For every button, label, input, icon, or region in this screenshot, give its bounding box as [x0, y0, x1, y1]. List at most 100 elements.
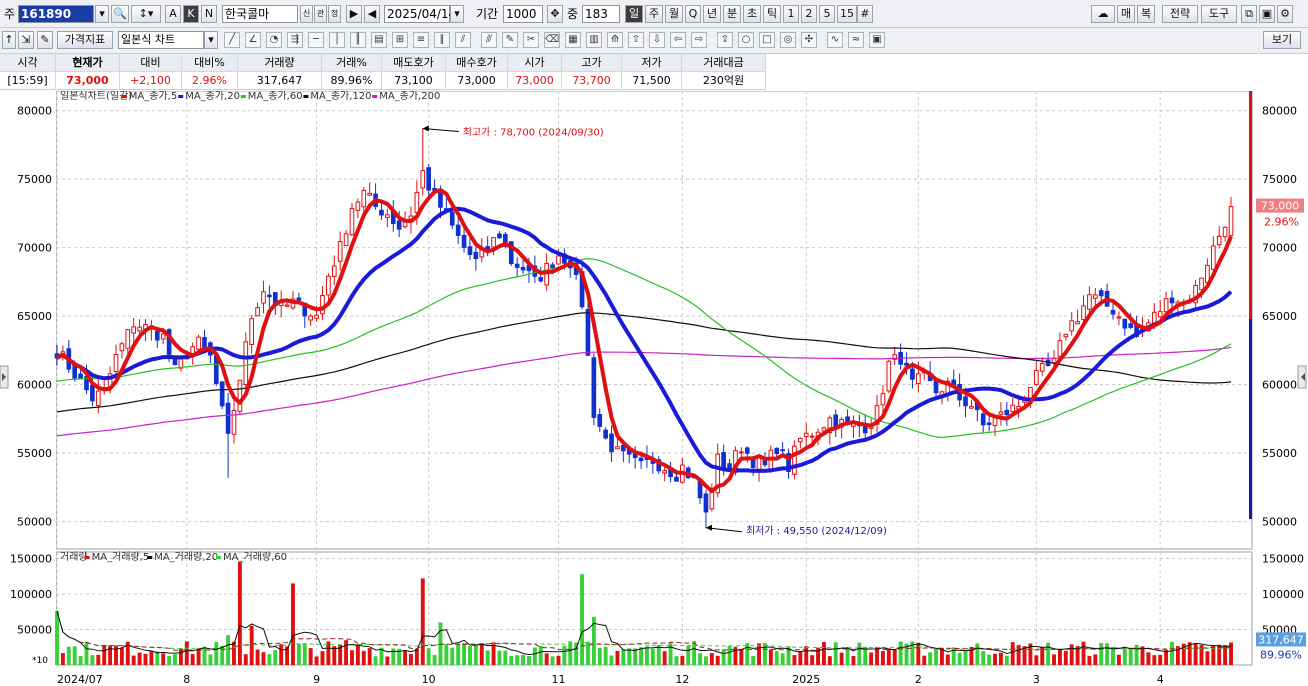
drawing-tool-icon-18[interactable]: ⟰ — [607, 32, 623, 48]
candle — [774, 447, 780, 454]
period-more-icon[interactable]: # — [857, 5, 873, 23]
drawing-tool-icon-7[interactable]: ▤ — [371, 32, 387, 48]
chart-type-select[interactable]: 일본식 차트 — [118, 31, 204, 49]
period-button-3[interactable]: Q — [685, 5, 701, 23]
period-button-5[interactable]: 분 — [723, 5, 741, 23]
date-field[interactable]: 2025/04/14 — [384, 5, 456, 23]
drawing-tool-icon-15[interactable]: ⌫ — [544, 32, 560, 48]
count-input[interactable]: 183 — [582, 5, 620, 23]
drawing-tool-icon-9[interactable]: ≡ — [413, 32, 429, 48]
volume-bar — [291, 583, 295, 665]
move-icon[interactable]: ✥ — [547, 5, 563, 23]
candle — [1128, 323, 1134, 328]
strategy-button[interactable]: 전략 — [1162, 5, 1198, 23]
duplicate-button[interactable]: 복 — [1137, 5, 1155, 23]
period-input[interactable]: 1000 — [503, 5, 543, 23]
period-button-9[interactable]: 2 — [801, 5, 817, 23]
period-button-0[interactable]: 일 — [625, 5, 643, 23]
drawing-tool-icon-19[interactable]: ⇧ — [628, 32, 644, 48]
drawing-tool-icon-22[interactable]: ⇨ — [691, 32, 707, 48]
drawing-tool-icon-14[interactable]: ✂ — [523, 32, 539, 48]
drawing-tool-icon-8[interactable]: ⊞ — [392, 32, 408, 48]
sort-icon[interactable]: ↕▾ — [131, 5, 161, 23]
drawing-tool-icon-12[interactable]: ⫻ — [481, 32, 497, 48]
cloud-icon[interactable]: ☁ — [1091, 5, 1115, 23]
candle — [1075, 321, 1080, 325]
view-button[interactable]: 보기 — [1263, 31, 1301, 49]
drawing-tool-icon-0[interactable]: ╱ — [224, 32, 240, 48]
period-button-8[interactable]: 1 — [783, 5, 799, 23]
cursor-icon[interactable]: ⇲ — [18, 31, 34, 49]
volume-bar — [532, 647, 537, 665]
drawing-tool-icon-17[interactable]: ▥ — [586, 32, 602, 48]
candle — [219, 381, 225, 407]
volume-bar — [645, 646, 649, 665]
date-dropdown-icon[interactable]: ▾ — [450, 5, 464, 23]
tools-button[interactable]: 도구 — [1201, 5, 1237, 23]
drawing-tool-icon-5[interactable]: │ — [329, 32, 345, 48]
volume-bar — [178, 648, 183, 665]
arrow-up-icon[interactable]: ↑ — [2, 31, 16, 49]
drawing-tool-icon-29[interactable]: ≈ — [848, 32, 864, 48]
mini-button-1[interactable]: 신 — [300, 5, 313, 23]
mode-a-button[interactable]: A — [165, 5, 181, 23]
period-button-11[interactable]: 15 — [837, 5, 857, 23]
stock-code-input[interactable]: 161890 — [18, 5, 94, 23]
drawing-tool-icon-30[interactable]: ▣ — [869, 32, 885, 48]
play-icon[interactable]: ▶ — [346, 5, 362, 23]
quote-header-9: 고가 — [562, 54, 622, 72]
settings-icon[interactable]: ⚙ — [1277, 5, 1293, 23]
drawing-tool-icon-13[interactable]: ✎ — [502, 32, 518, 48]
drawing-tool-icon-26[interactable]: ◎ — [780, 32, 796, 48]
price-panel — [55, 91, 1253, 550]
popup-icon[interactable]: ⧉ — [1241, 5, 1257, 23]
drawing-tool-icon-27[interactable]: ✣ — [801, 32, 817, 48]
period-button-6[interactable]: 초 — [743, 5, 761, 23]
drawing-tool-icon-24[interactable]: ○ — [738, 32, 754, 48]
overlay-button[interactable]: 매 — [1117, 5, 1135, 23]
volume-bar — [326, 641, 331, 665]
volume-bar — [232, 641, 236, 665]
volume-bar — [845, 647, 850, 665]
drawing-tool-icon-16[interactable]: ▦ — [565, 32, 581, 48]
stock-name-field[interactable]: 한국콜마 — [222, 5, 298, 23]
drawing-tool-icon-11[interactable]: ⫽ — [455, 32, 471, 48]
candle — [497, 233, 502, 239]
drawing-tool-icon-4[interactable]: ─ — [308, 32, 324, 48]
drawing-tool-icon-28[interactable]: ∿ — [827, 32, 843, 48]
mode-k-button[interactable]: K — [183, 5, 199, 23]
quote-value-8: 73,000 — [508, 72, 562, 90]
drawing-tool-icon-10[interactable]: ∥ — [434, 32, 450, 48]
drawing-tool-icon-25[interactable]: □ — [759, 32, 775, 48]
period-button-1[interactable]: 주 — [645, 5, 663, 23]
chart-type-dropdown-icon[interactable]: ▾ — [204, 31, 218, 49]
mini-button-3[interactable]: 정 — [328, 5, 341, 23]
mini-button-2[interactable]: 관 — [314, 5, 327, 23]
price-tick-label-left: 55000 — [17, 447, 52, 460]
drawing-tool-icon-23[interactable]: ⇪ — [717, 32, 733, 48]
back-icon[interactable]: ◀ — [364, 5, 380, 23]
candle — [314, 314, 319, 319]
drawing-tool-icon-3[interactable]: ⇶ — [287, 32, 303, 48]
candlestick-chart[interactable]: 50000 50000 55000 55000 60000 60000 65000 65000… — [0, 91, 1308, 686]
drawing-tool-icon-21[interactable]: ⇦ — [670, 32, 686, 48]
drawing-tool-icon-1[interactable]: ∠ — [245, 32, 261, 48]
volume-bar — [934, 648, 938, 665]
drawing-tool-icon-20[interactable]: ⇩ — [649, 32, 665, 48]
price-indicator-button[interactable]: 가격지표 — [57, 31, 113, 49]
code-dropdown-icon[interactable]: ▾ — [95, 5, 109, 23]
period-button-10[interactable]: 5 — [819, 5, 835, 23]
period-button-2[interactable]: 월 — [665, 5, 683, 23]
volume-bar — [810, 655, 815, 665]
drawing-tool-icon-6[interactable]: ║ — [350, 32, 366, 48]
mode-n-button[interactable]: N — [201, 5, 217, 23]
save-icon[interactable]: ▣ — [1259, 5, 1275, 23]
time-tick-label: 12 — [675, 673, 689, 686]
drawing-tool-icon-2[interactable]: ◔ — [266, 32, 282, 48]
period-button-7[interactable]: 틱 — [763, 5, 781, 23]
volume-bar — [1116, 654, 1121, 665]
candle — [461, 234, 467, 248]
period-button-4[interactable]: 년 — [703, 5, 721, 23]
edit-icon[interactable]: ✎ — [37, 31, 53, 49]
search-icon[interactable]: 🔍 — [111, 5, 129, 23]
